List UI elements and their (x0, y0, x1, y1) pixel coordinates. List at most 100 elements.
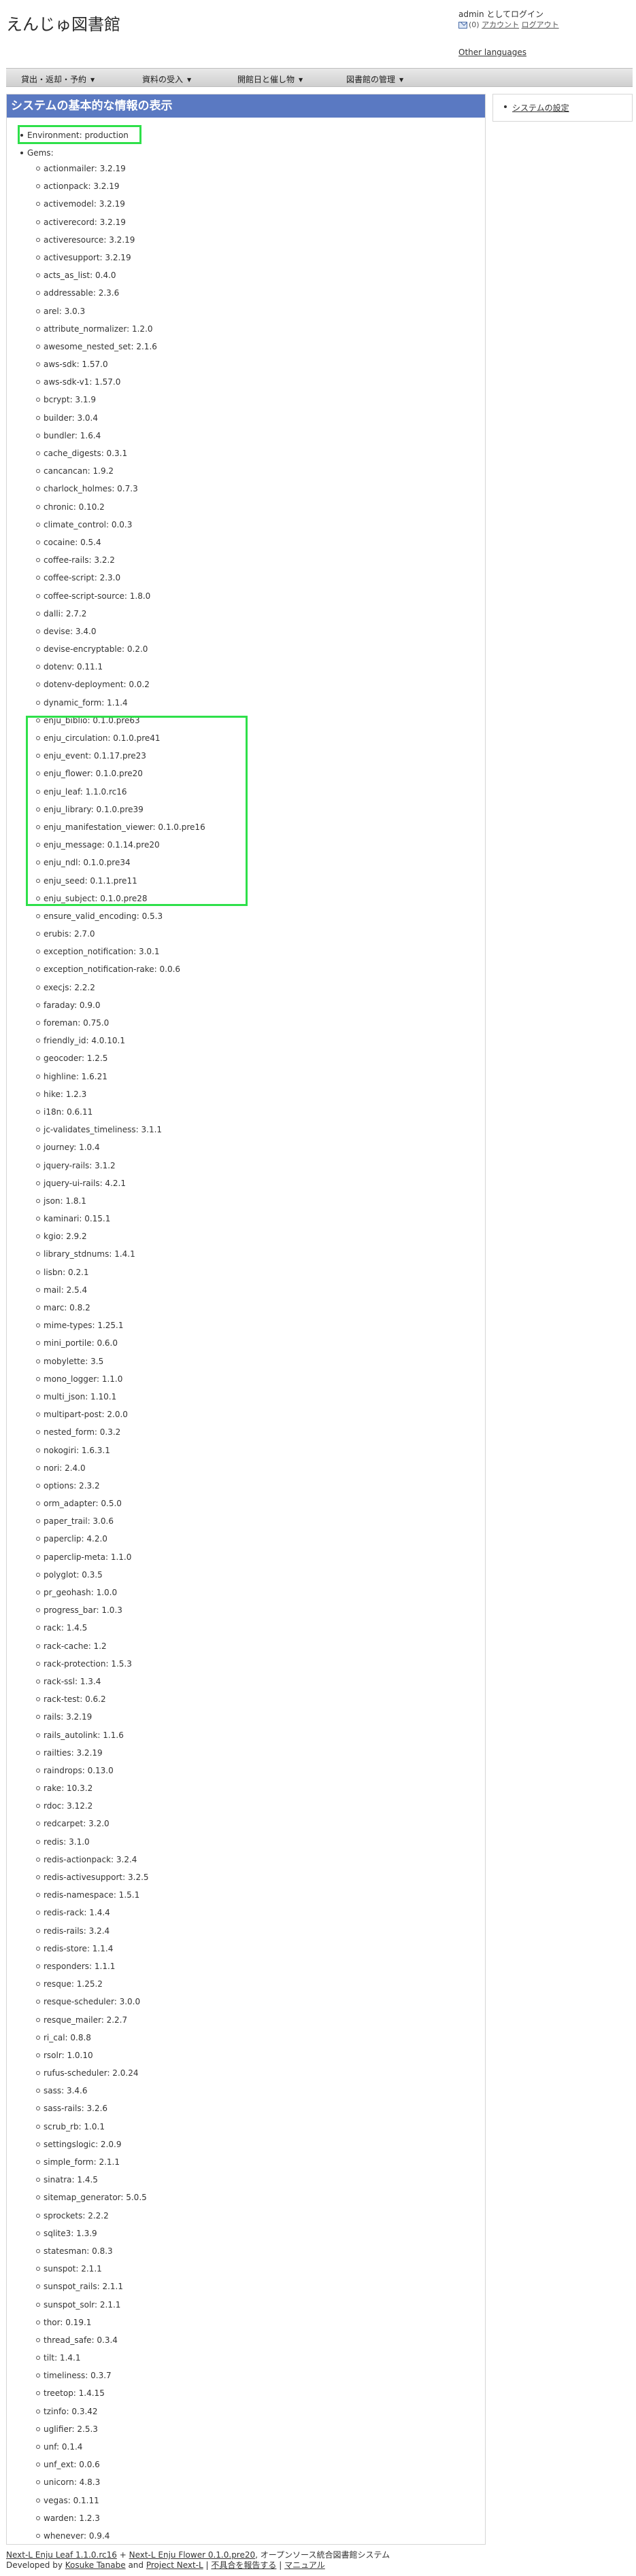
gem-list-item: jquery-rails: 3.1.2 (27, 1157, 205, 1174)
gem-list-item: faraday: 0.9.0 (27, 996, 205, 1014)
gem-list-item: mono_logger: 1.1.0 (27, 1370, 205, 1388)
gem-list-item: charlock_holmes: 0.7.3 (27, 480, 205, 498)
gem-list-item: builder: 3.0.4 (27, 409, 205, 427)
gem-list-item: sinatra: 1.4.5 (27, 2171, 205, 2189)
footer-line-2: Developed by Kosuke Tanabe and Project N… (6, 2560, 390, 2571)
gem-list-item: sass: 3.4.6 (27, 2082, 205, 2100)
gem-list-item: activeresource: 3.2.19 (27, 231, 205, 249)
gem-list-item: rails_autolink: 1.1.6 (27, 1726, 205, 1744)
gem-list-item: resque-scheduler: 3.0.0 (27, 1993, 205, 2011)
gem-list-item: unf: 0.1.4 (27, 2438, 205, 2456)
gem-list-item: paper_trail: 3.0.6 (27, 1512, 205, 1530)
gem-list-item: dotenv-deployment: 0.0.2 (27, 676, 205, 693)
sidebar-item-system-settings[interactable]: システムの設定 (504, 102, 569, 114)
nav-item-label: 貸出・返却・予約 (21, 75, 87, 84)
gem-list-item: tilt: 1.4.1 (27, 2349, 205, 2367)
gem-list-item: actionpack: 3.2.19 (27, 177, 205, 195)
gem-list-item: actionmailer: 3.2.19 (27, 160, 205, 177)
gem-list-item: awesome_nested_set: 2.1.6 (27, 338, 205, 355)
gem-list-item: unicorn: 4.8.3 (27, 2473, 205, 2491)
manual-link[interactable]: マニュアル (284, 2560, 325, 2570)
gem-list-item: json: 1.8.1 (27, 1192, 205, 1210)
gem-list-item: treetop: 1.4.15 (27, 2384, 205, 2402)
sidebar: システムの設定 (492, 94, 633, 122)
nav-item-acquisition[interactable]: 資料の受入 ▼ (142, 73, 191, 85)
gem-list-item: unf_ext: 0.0.6 (27, 2456, 205, 2473)
gem-list-item: vegas: 0.1.11 (27, 2492, 205, 2509)
gem-list-item: hike: 1.2.3 (27, 1085, 205, 1103)
gem-list-item: friendly_id: 4.0.10.1 (27, 1032, 205, 1049)
enju-leaf-link[interactable]: Next-L Enju Leaf 1.1.0.rc16 (6, 2550, 117, 2560)
main-content: システムの基本的な情報の表示 Environment: production G… (6, 94, 486, 2545)
gem-list-item: sunspot_solr: 2.1.1 (27, 2296, 205, 2314)
site-title[interactable]: えんじゅ図書館 (6, 11, 120, 35)
gem-list-item: paperclip: 4.2.0 (27, 1530, 205, 1548)
gem-list-item: bcrypt: 3.1.9 (27, 391, 205, 408)
gem-list-item: paperclip-meta: 1.1.0 (27, 1548, 205, 1566)
footer-tagline: , オープンソース統合図書館システム (255, 2550, 390, 2560)
author-link[interactable]: Kosuke Tanabe (65, 2560, 126, 2570)
gem-list-item: options: 2.3.2 (27, 1477, 205, 1495)
logout-link[interactable]: ログアウト (522, 20, 559, 29)
and-text: and (128, 2560, 144, 2570)
login-area: admin としてログイン (0) アカウント ログアウト (458, 10, 559, 30)
sidebar-item-label[interactable]: システムの設定 (512, 103, 569, 113)
caret-down-icon: ▼ (90, 77, 95, 83)
separator: | (205, 2560, 209, 2570)
gem-list-item: sass-rails: 3.2.6 (27, 2100, 205, 2117)
report-bug-link[interactable]: 不具合を報告する (211, 2560, 276, 2570)
gem-list-item: polyglot: 0.3.5 (27, 1566, 205, 1584)
nav-item-label: 図書館の管理 (346, 75, 396, 84)
gem-list-item: resque: 1.25.2 (27, 1975, 205, 1993)
other-languages-link[interactable]: Other languages (458, 48, 526, 57)
environment-info: Environment: production (20, 130, 129, 140)
gem-list-item: rack-protection: 1.5.3 (27, 1655, 205, 1673)
gem-list-item: erubis: 2.7.0 (27, 925, 205, 943)
gem-list-item: foreman: 0.75.0 (27, 1014, 205, 1032)
nav-item-label: 開館日と催し物 (237, 75, 295, 84)
gem-list-item: nori: 2.4.0 (27, 1459, 205, 1477)
gem-list-item: whenever: 0.9.4 (27, 2527, 205, 2545)
nav-item-events[interactable]: 開館日と催し物 ▼ (237, 73, 303, 85)
message-count[interactable]: (0) (469, 20, 480, 29)
gem-list-item: redis-activesupport: 3.2.5 (27, 1868, 205, 1886)
page-title: システムの基本的な情報の表示 (7, 94, 485, 118)
separator: | (279, 2560, 282, 2570)
gem-list-item: kgio: 2.9.2 (27, 1228, 205, 1245)
nav-item-library-admin[interactable]: 図書館の管理 ▼ (346, 73, 403, 85)
gem-list-item: jc-validates_timeliness: 3.1.1 (27, 1121, 205, 1138)
gem-list-item: rsolr: 1.0.10 (27, 2047, 205, 2064)
gem-list-item: sprockets: 2.2.2 (27, 2207, 205, 2225)
gem-list-item: mobylette: 3.5 (27, 1353, 205, 1370)
gem-list-item: geocoder: 1.2.5 (27, 1049, 205, 1067)
project-link[interactable]: Project Next-L (146, 2560, 203, 2570)
gem-list-item: rails: 3.2.19 (27, 1708, 205, 1726)
account-links: (0) アカウント ログアウト (458, 20, 559, 30)
gem-list-item: uglifier: 2.5.3 (27, 2420, 205, 2438)
gem-list-item: sitemap_generator: 5.0.5 (27, 2189, 205, 2206)
nav-item-circulation[interactable]: 貸出・返却・予約 ▼ (21, 73, 95, 85)
gem-list-item: raindrops: 0.13.0 (27, 1762, 205, 1779)
gem-list-item: library_stdnums: 1.4.1 (27, 1245, 205, 1263)
gems-heading: Gems: (20, 148, 54, 158)
mail-icon[interactable] (458, 22, 467, 29)
footer-line-1: Next-L Enju Leaf 1.1.0.rc16 + Next-L Enj… (6, 2550, 390, 2560)
gem-list-item: i18n: 0.6.11 (27, 1103, 205, 1121)
gem-list-item: nested_form: 0.3.2 (27, 1423, 205, 1441)
gem-list-item: nokogiri: 1.6.3.1 (27, 1442, 205, 1459)
gem-list-item: activerecord: 3.2.19 (27, 213, 205, 231)
gem-list: actionmailer: 3.2.19 actionpack: 3.2.19 ac… (27, 160, 205, 2545)
gem-list-item: rack-cache: 1.2 (27, 1637, 205, 1655)
gem-list-item: settingslogic: 2.0.9 (27, 2136, 205, 2153)
gem-list-item: ri_cal: 0.8.8 (27, 2029, 205, 2047)
gem-list-item: sunspot_rails: 2.1.1 (27, 2278, 205, 2295)
gem-list-item: dalli: 2.7.2 (27, 605, 205, 623)
gem-list-item: redcarpet: 3.2.0 (27, 1815, 205, 1832)
gem-list-item: sunspot: 2.1.1 (27, 2260, 205, 2278)
gem-list-item: responders: 1.1.1 (27, 1957, 205, 1975)
gem-list-item: activesupport: 3.2.19 (27, 249, 205, 266)
account-link[interactable]: アカウント (482, 20, 519, 29)
enju-flower-link[interactable]: Next-L Enju Flower 0.1.0.pre20 (129, 2550, 256, 2560)
gem-list-item: warden: 1.2.3 (27, 2509, 205, 2527)
nav-item-label: 資料の受入 (142, 75, 184, 84)
